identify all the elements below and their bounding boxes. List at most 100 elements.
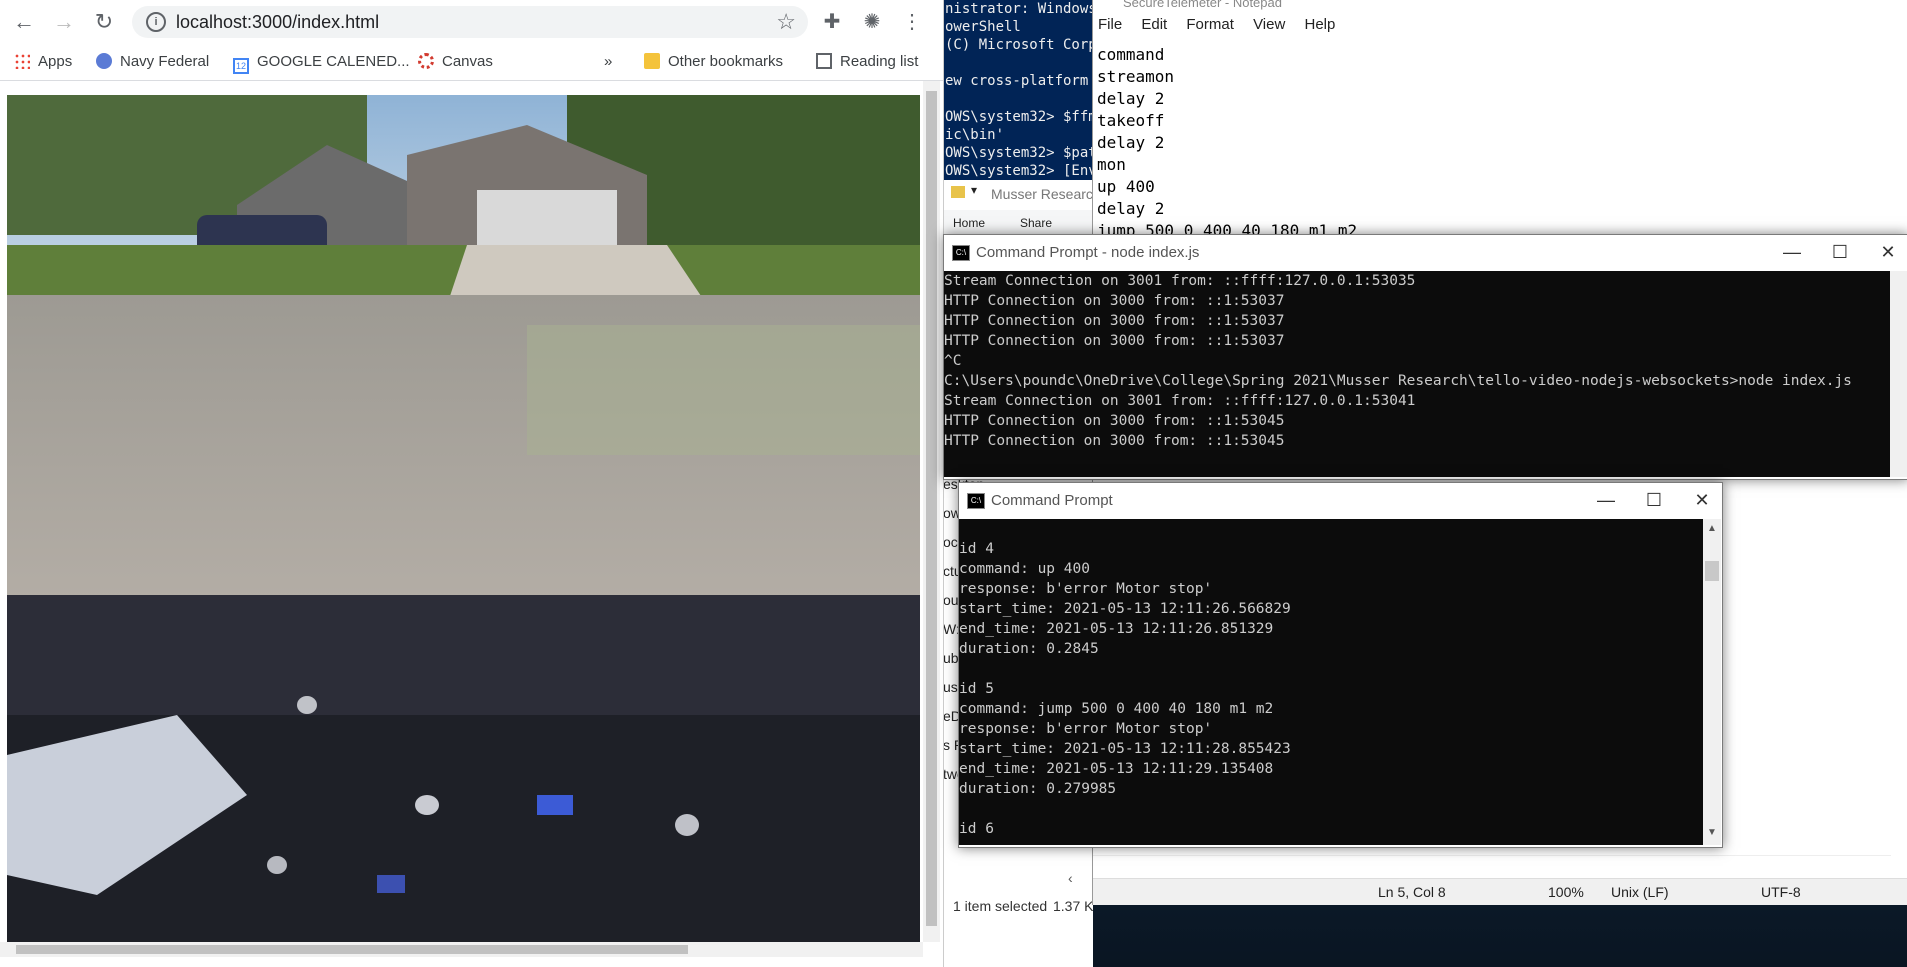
folder-icon	[644, 53, 660, 69]
console-scrollbar[interactable]	[1890, 271, 1907, 477]
notepad-line: mon	[1097, 155, 1126, 174]
canvas-icon	[418, 53, 434, 69]
console-line: HTTP Connection on 3000 from: ::1:53037	[944, 313, 1285, 329]
minimize-icon[interactable]: —	[1586, 487, 1626, 513]
notepad-line: delay 2	[1097, 89, 1165, 108]
page-horizontal-scrollbar[interactable]	[0, 942, 923, 957]
scrollbar-thumb[interactable]	[16, 945, 688, 954]
console-line: Stream Connection on 3001 from: ::ffff:1…	[944, 393, 1416, 409]
menu-edit[interactable]: Edit	[1141, 16, 1167, 33]
back-arrow-icon[interactable]: ←	[10, 8, 38, 36]
explorer-size: 1.37 KB	[1053, 898, 1093, 914]
maximize-icon[interactable]: ☐	[1820, 239, 1860, 265]
powershell-line: ew cross-platform Po	[945, 73, 1093, 89]
chrome-window[interactable]: ← → ↻ i localhost:3000/index.html ☆ ✚ ✺ …	[0, 0, 944, 967]
command-prompt-window[interactable]: C:\ Command Prompt — ☐ ✕ id 4 command: up…	[958, 482, 1723, 848]
window-title-bar[interactable]: C:\ Command Prompt — ☐ ✕	[959, 483, 1722, 519]
console-line: ^C	[944, 353, 962, 369]
window-title: Command Prompt	[991, 492, 1113, 509]
reading-list-icon	[816, 53, 832, 69]
status-eol: Unix (LF)	[1611, 884, 1669, 900]
close-icon[interactable]: ✕	[1682, 487, 1722, 513]
url-text[interactable]: localhost:3000/index.html	[176, 12, 379, 33]
scrollbar-thumb[interactable]	[926, 91, 937, 926]
explorer-path[interactable]: Musser Research	[991, 186, 1093, 202]
bookmark-star-icon[interactable]: ☆	[776, 9, 796, 35]
menu-file[interactable]: File	[1098, 16, 1122, 33]
tab-home[interactable]: Home	[953, 216, 985, 230]
cmd-icon: C:\	[967, 493, 985, 509]
reload-icon[interactable]: ↻	[90, 8, 118, 36]
console-line: HTTP Connection on 3000 from: ::1:53045	[944, 433, 1285, 449]
drone-video-stream	[7, 95, 920, 943]
notepad-line: up 400	[1097, 177, 1155, 196]
console-line: HTTP Connection on 3000 from: ::1:53045	[944, 413, 1285, 429]
notepad-line: delay 2	[1097, 199, 1165, 218]
notepad-line: delay 2	[1097, 133, 1165, 152]
notepad-line: takeoff	[1097, 111, 1165, 130]
console-line: start_time: 2021-05-13 12:11:26.566829	[959, 601, 1291, 617]
forward-arrow-icon[interactable]: →	[50, 8, 78, 36]
notepad-menu-bar: File Edit Format View Help	[1093, 16, 1907, 42]
console-line: id 6	[959, 821, 994, 837]
notepad-status-bar: Ln 5, Col 8 100% Unix (LF) UTF-8	[1093, 878, 1907, 905]
menu-view[interactable]: View	[1253, 16, 1285, 33]
scroll-down-icon[interactable]: ▼	[1707, 827, 1717, 838]
console-line: command: up 400	[959, 561, 1090, 577]
notepad-text-area[interactable]: command streamon delay 2 takeoff delay 2 mon u…	[1097, 44, 1357, 242]
calendar-icon: 12	[233, 58, 249, 74]
bookmark-google-calendar[interactable]: 12 GOOGLE CALENED...	[233, 52, 410, 74]
cmd-icon: C:\	[952, 245, 970, 261]
tab-share[interactable]: Share	[1020, 216, 1052, 230]
page-vertical-scrollbar[interactable]	[923, 81, 940, 942]
site-info-icon[interactable]: i	[146, 12, 166, 32]
powershell-line: OWS\system32> $ffm	[945, 109, 1093, 125]
menu-help[interactable]: Help	[1304, 16, 1335, 33]
status-zoom: 100%	[1548, 884, 1584, 900]
console-output[interactable]: Stream Connection on 3001 from: ::ffff:1…	[944, 271, 1890, 477]
notepad-h-scrollbar[interactable]	[1093, 855, 1891, 876]
close-icon[interactable]: ✕	[1868, 239, 1907, 265]
bookmark-navy-federal[interactable]: Navy Federal	[96, 52, 209, 72]
bookmark-other[interactable]: Other bookmarks	[644, 52, 783, 72]
menu-kebab-icon[interactable]: ⋮	[898, 8, 926, 36]
powershell-window[interactable]: nistrator: Windows Powe owerShell (C) Micr…	[943, 0, 1093, 180]
explorer-status: 1 item selected	[953, 898, 1048, 914]
console-line: response: b'error Motor stop'	[959, 721, 1213, 737]
scroll-left-icon[interactable]: ‹	[1068, 870, 1073, 886]
console-scrollbar[interactable]: ▲ ▼	[1703, 519, 1721, 845]
console-line: id 5	[959, 681, 994, 697]
maximize-icon[interactable]: ☐	[1634, 487, 1674, 513]
console-line: HTTP Connection on 3000 from: ::1:53037	[944, 333, 1285, 349]
profile-avatar-icon[interactable]: ✺	[858, 8, 886, 36]
console-line: id 4	[959, 541, 994, 557]
powershell-line: owerShell	[945, 19, 1021, 35]
dropdown-icon[interactable]: ▾	[971, 183, 977, 197]
powershell-line: (C) Microsoft Corpo	[945, 37, 1093, 53]
scrollbar-thumb[interactable]	[1705, 561, 1719, 581]
console-line: command: jump 500 0 400 40 180 m1 m2	[959, 701, 1274, 717]
scroll-up-icon[interactable]: ▲	[1707, 523, 1717, 534]
reading-list-button[interactable]: Reading list	[816, 52, 918, 72]
console-line: duration: 0.279985	[959, 781, 1117, 797]
status-encoding: UTF-8	[1761, 884, 1801, 900]
console-line: end_time: 2021-05-13 12:11:29.135408	[959, 761, 1274, 777]
window-title-bar[interactable]: C:\ Command Prompt - node index.js — ☐ ✕	[944, 235, 1907, 271]
address-bar[interactable]: i localhost:3000/index.html ☆	[132, 6, 808, 38]
powershell-line: nistrator: Windows Powe	[945, 1, 1093, 17]
console-line: end_time: 2021-05-13 12:11:26.851329	[959, 621, 1274, 637]
bookmark-canvas[interactable]: Canvas	[418, 52, 493, 72]
menu-format[interactable]: Format	[1186, 16, 1234, 33]
extensions-puzzle-icon[interactable]: ✚	[818, 8, 846, 36]
command-prompt-node-window[interactable]: C:\ Command Prompt - node index.js — ☐ ✕…	[943, 234, 1907, 480]
apps-grid-icon	[14, 53, 30, 69]
bookmarks-overflow-icon[interactable]: »	[604, 52, 612, 72]
minimize-icon[interactable]: —	[1772, 239, 1812, 265]
bookmarks-bar: Apps Navy Federal 12 GOOGLE CALENED... Ca…	[0, 44, 943, 81]
bookmark-apps[interactable]: Apps	[14, 52, 72, 72]
console-output[interactable]: id 4 command: up 400 response: b'error Mot…	[959, 519, 1703, 845]
console-line: HTTP Connection on 3000 from: ::1:53037	[944, 293, 1285, 309]
